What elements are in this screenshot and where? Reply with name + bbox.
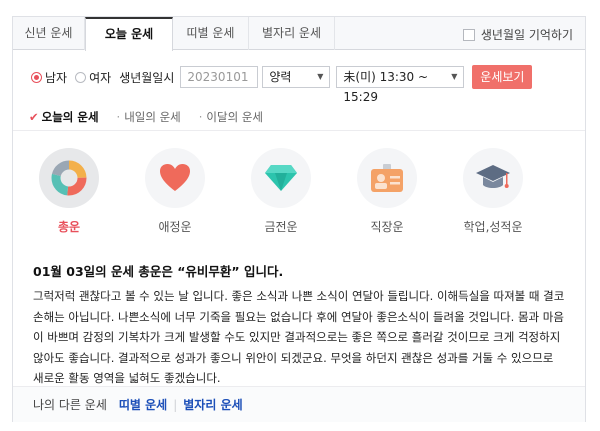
male-label: 남자 [45,70,68,85]
fortune-tabs: 신년 운세 오늘 운세 띠별 운세 별자리 운세 생년월일 기억하기 [13,17,585,51]
check-icon: ✔ [29,110,39,124]
remember-label: 생년월일 기억하기 [480,28,573,42]
fortune-widget: 신년 운세 오늘 운세 띠별 운세 별자리 운세 생년월일 기억하기 남자 여자… [12,16,586,422]
birth-time-value: 未(미) 13:30 ~ 15:29 [343,70,429,104]
male-radio[interactable] [31,71,42,83]
graduation-cap-icon [463,148,523,208]
female-label: 여자 [89,70,112,85]
calendar-select[interactable]: 양력 ▼ [262,66,331,88]
bullet-icon: · [198,110,203,124]
category-work-label: 직장운 [370,220,404,234]
other-fortunes-label: 나의 다른 운세 [33,398,107,412]
separator: | [173,397,178,412]
pie-chart-icon [39,148,99,208]
birthdate-input[interactable]: 20230101 [180,66,259,88]
subtab-this-month-label: 이달의 운세 [206,110,263,124]
category-study-label: 학업,성적운 [463,220,523,234]
remember-checkbox[interactable] [462,28,475,41]
heart-icon [145,148,205,208]
fortune-headline: 01월 03일의 운세 총운은 “유비무환” 입니다. [33,264,284,279]
remember-birthdate[interactable]: 생년월일 기억하기 [462,26,573,43]
subtab-tomorrow[interactable]: · 내일의 운세 [117,109,181,125]
tab-new-year[interactable]: 신년 운세 [13,17,85,50]
category-work[interactable]: 직장운 [355,148,419,235]
category-total-label: 총운 [57,220,81,234]
tab-constellation[interactable]: 별자리 운세 [249,17,335,50]
category-study[interactable]: 학업,성적운 [461,148,525,235]
period-subtabs: ✔ 오늘의 운세 · 내일의 운세 · 이달의 운세 [29,109,281,125]
birth-form: 남자 여자 생년월일시 20230101 양력 ▼ 未(미) 13:30 ~ 1… [31,65,533,104]
chevron-down-icon: ▼ [317,72,324,81]
subtab-today-label: 오늘의 운세 [41,110,99,124]
category-money-label: 금전운 [264,220,298,234]
subtab-today[interactable]: ✔ 오늘의 운세 [29,109,99,125]
female-radio[interactable] [75,71,87,83]
diamond-icon [251,148,311,208]
category-love[interactable]: 애정운 [143,148,207,235]
fortune-content: 01월 03일의 운세 총운은 “유비무환” 입니다. 그럭저럭 괜찮다고 볼 … [33,261,567,389]
fortune-categories: 총운 애정운 금전운 직장운 학업,성적운 [37,148,537,238]
id-card-icon [357,148,417,208]
fortune-body: 그럭저럭 괜찮다고 볼 수 있는 날 입니다. 좋은 소식과 나쁜 소식이 연달… [33,289,565,385]
chevron-down-icon: ▼ [451,72,458,81]
subtab-tomorrow-label: 내일의 운세 [124,110,181,124]
link-constellation[interactable]: 별자리 운세 [183,396,242,413]
view-fortune-button[interactable]: 운세보기 [472,65,533,89]
link-zodiac-animal[interactable]: 띠별 운세 [119,396,167,413]
category-love-label: 애정운 [158,220,192,234]
birth-label: 생년월일시 [119,70,175,85]
tab-today[interactable]: 오늘 운세 [85,17,173,51]
category-total[interactable]: 총운 [37,148,101,235]
subtab-this-month[interactable]: · 이달의 운세 [199,109,263,125]
bullet-icon: · [116,110,121,124]
tab-zodiac-animal[interactable]: 띠별 운세 [173,17,249,50]
divider [13,130,585,131]
birth-time-select[interactable]: 未(미) 13:30 ~ 15:29 ▼ [336,66,465,104]
other-fortunes-footer: 나의 다른 운세 띠별 운세 | 별자리 운세 [13,386,585,422]
calendar-value: 양력 [269,70,292,84]
category-money[interactable]: 금전운 [249,148,313,235]
